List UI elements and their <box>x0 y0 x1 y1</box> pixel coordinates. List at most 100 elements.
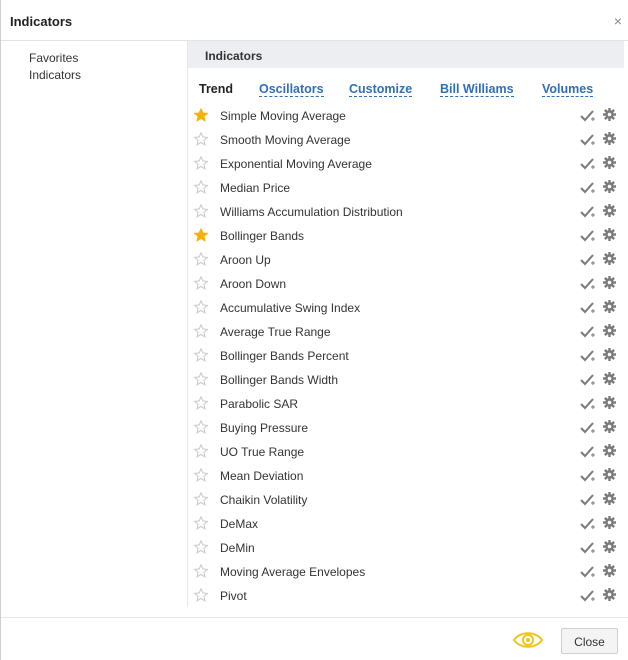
add-check-icon[interactable] <box>580 469 596 483</box>
add-check-icon[interactable] <box>580 181 596 195</box>
add-check-icon[interactable] <box>580 565 596 579</box>
tab-customize[interactable]: Customize <box>349 82 413 97</box>
indicator-row[interactable]: Average True Range <box>188 320 624 344</box>
indicator-row[interactable]: Buying Pressure <box>188 416 624 440</box>
gear-icon[interactable] <box>603 252 616 265</box>
add-check-icon[interactable] <box>580 589 596 603</box>
star-icon[interactable] <box>194 396 208 410</box>
star-icon[interactable] <box>194 252 208 266</box>
star-icon[interactable] <box>194 108 208 122</box>
star-icon[interactable] <box>194 372 208 386</box>
star-icon[interactable] <box>194 300 208 314</box>
add-check-icon[interactable] <box>580 325 596 339</box>
gear-icon[interactable] <box>603 204 616 217</box>
star-icon[interactable] <box>194 324 208 338</box>
star-icon[interactable] <box>194 540 208 554</box>
star-icon[interactable] <box>194 564 208 578</box>
add-check-icon[interactable] <box>580 301 596 315</box>
gear-icon[interactable] <box>603 108 616 121</box>
tab-oscillators[interactable]: Oscillators <box>259 82 324 97</box>
add-check-icon[interactable] <box>580 445 596 459</box>
gear-icon[interactable] <box>603 588 616 601</box>
add-check-icon[interactable] <box>580 253 596 267</box>
star-icon[interactable] <box>194 516 208 530</box>
indicator-row[interactable]: Moving Average Envelopes <box>188 560 624 584</box>
indicator-name: Aroon Down <box>220 277 287 291</box>
add-check-icon[interactable] <box>580 229 596 243</box>
gear-icon[interactable] <box>603 516 616 529</box>
gear-icon[interactable] <box>603 396 616 409</box>
indicator-row[interactable]: Chaikin Volatility <box>188 488 624 512</box>
add-check-icon[interactable] <box>580 109 596 123</box>
add-check-icon[interactable] <box>580 421 596 435</box>
tab-bill-williams[interactable]: Bill Williams <box>440 82 514 97</box>
indicator-row[interactable]: Aroon Up <box>188 248 624 272</box>
indicator-row[interactable]: Bollinger Bands Percent <box>188 344 624 368</box>
tab-volumes[interactable]: Volumes <box>542 82 594 97</box>
gear-icon[interactable] <box>603 420 616 433</box>
star-icon[interactable] <box>194 132 208 146</box>
gear-icon[interactable] <box>603 564 616 577</box>
gear-icon[interactable] <box>603 132 616 145</box>
star-icon[interactable] <box>194 492 208 506</box>
indicator-row[interactable]: Pivot <box>188 584 624 608</box>
indicator-row[interactable]: Exponential Moving Average <box>188 152 624 176</box>
indicator-row[interactable]: UO True Range <box>188 440 624 464</box>
star-icon[interactable] <box>194 468 208 482</box>
indicator-row[interactable]: Bollinger Bands Width <box>188 368 624 392</box>
gear-icon[interactable] <box>603 540 616 553</box>
indicator-row[interactable]: DeMin <box>188 536 624 560</box>
indicator-row[interactable]: Median Price <box>188 176 624 200</box>
close-icon[interactable]: × <box>614 14 622 28</box>
add-check-icon[interactable] <box>580 349 596 363</box>
indicator-row[interactable]: Simple Moving Average <box>188 104 624 128</box>
gear-icon[interactable] <box>603 348 616 361</box>
add-check-icon[interactable] <box>580 397 596 411</box>
add-check-icon[interactable] <box>580 517 596 531</box>
indicator-row[interactable]: Aroon Down <box>188 272 624 296</box>
gear-icon[interactable] <box>603 492 616 505</box>
gear-icon[interactable] <box>603 156 616 169</box>
sidebar-item-favorites[interactable]: Favorites <box>29 50 81 67</box>
gear-icon[interactable] <box>603 468 616 481</box>
sidebar-item-indicators[interactable]: Indicators <box>29 67 81 84</box>
star-icon[interactable] <box>194 420 208 434</box>
add-check-icon[interactable] <box>580 157 596 171</box>
add-check-icon[interactable] <box>580 373 596 387</box>
gear-icon[interactable] <box>603 372 616 385</box>
star-icon[interactable] <box>194 348 208 362</box>
star-icon[interactable] <box>194 276 208 290</box>
gear-icon[interactable] <box>603 276 616 289</box>
panel-title: Indicators <box>205 49 263 63</box>
gear-icon[interactable] <box>603 444 616 457</box>
add-check-icon[interactable] <box>580 493 596 507</box>
indicator-row[interactable]: Accumulative Swing Index <box>188 296 624 320</box>
indicator-row[interactable]: Mean Deviation <box>188 464 624 488</box>
indicator-row[interactable]: Smooth Moving Average <box>188 128 624 152</box>
eye-icon[interactable] <box>511 627 545 653</box>
close-button[interactable]: Close <box>561 628 618 654</box>
indicator-row[interactable]: Bollinger Bands <box>188 224 624 248</box>
star-icon[interactable] <box>194 588 208 602</box>
gear-icon[interactable] <box>603 324 616 337</box>
indicator-name: Bollinger Bands <box>220 229 305 243</box>
gear-icon[interactable] <box>603 300 616 313</box>
indicator-name: DeMin <box>220 541 255 555</box>
add-check-icon[interactable] <box>580 541 596 555</box>
indicator-row[interactable]: Parabolic SAR <box>188 392 624 416</box>
star-icon[interactable] <box>194 156 208 170</box>
star-icon[interactable] <box>194 180 208 194</box>
add-check-icon[interactable] <box>580 133 596 147</box>
indicator-name: Williams Accumulation Distribution <box>220 205 403 219</box>
star-icon[interactable] <box>194 204 208 218</box>
indicator-name: Accumulative Swing Index <box>220 301 361 315</box>
star-icon[interactable] <box>194 228 208 242</box>
indicator-row[interactable]: Williams Accumulation Distribution <box>188 200 624 224</box>
add-check-icon[interactable] <box>580 205 596 219</box>
gear-icon[interactable] <box>603 228 616 241</box>
add-check-icon[interactable] <box>580 277 596 291</box>
tab-trend[interactable]: Trend <box>199 82 233 96</box>
star-icon[interactable] <box>194 444 208 458</box>
gear-icon[interactable] <box>603 180 616 193</box>
indicator-row[interactable]: DeMax <box>188 512 624 536</box>
